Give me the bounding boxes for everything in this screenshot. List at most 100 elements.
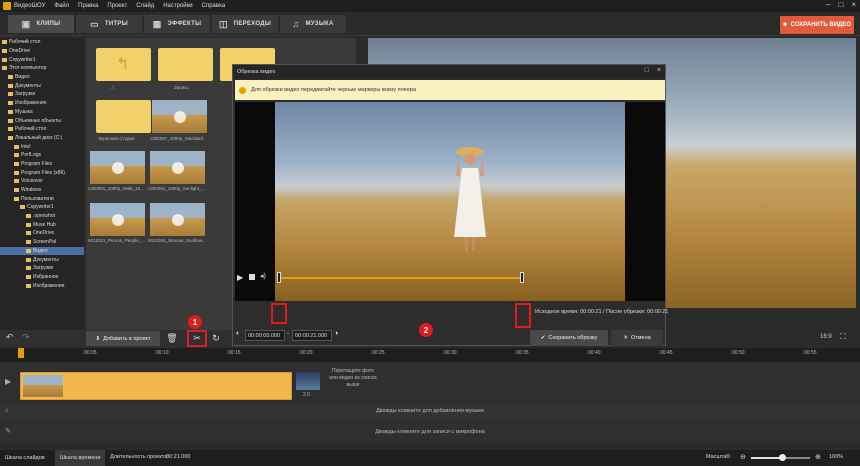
tree-node[interactable]: Избранное — [0, 273, 84, 282]
tree-node-label: Музыка — [15, 108, 33, 115]
tree-node[interactable]: Видео — [0, 73, 84, 82]
tree-node[interactable]: Рабочий стол — [0, 38, 84, 47]
ruler-tick-label: 00:10 — [156, 350, 169, 356]
redo-icon[interactable]: ↷ — [22, 332, 30, 343]
highlight-box-trim — [187, 330, 207, 347]
tree-node[interactable]: Локальный диск (C:) — [0, 134, 84, 143]
dialog-close-icon[interactable]: × — [657, 67, 661, 74]
tab-clips[interactable]: ▣ КЛИПЫ — [8, 15, 74, 33]
tree-node[interactable]: Загрузки — [0, 264, 84, 273]
close-icon[interactable]: × — [851, 0, 856, 9]
file-caption: 6012304_Woman_Sunflow... — [148, 238, 206, 243]
tree-node[interactable]: PerfLogs — [0, 151, 84, 160]
video-thumb[interactable] — [150, 151, 205, 184]
tree-node[interactable]: Program Files — [0, 160, 84, 169]
tab-timeline-scale[interactable]: Шкала времени — [55, 450, 106, 466]
tree-node[interactable]: OneDrive — [0, 229, 84, 238]
project-duration: 00:21.000 — [166, 454, 191, 460]
save-trim-button[interactable]: ✔ Сохранить обрезку — [530, 330, 608, 346]
file-thumb[interactable]: ↰ — [96, 48, 151, 81]
tab-transitions[interactable]: ◫ ПЕРЕХОДЫ — [212, 15, 278, 33]
tree-node-label: Copywriter1 — [9, 56, 36, 63]
window-controls: – □ × — [826, 0, 856, 9]
tree-node-label: Пользователи — [21, 195, 54, 202]
menu-item[interactable]: Настройки — [163, 3, 192, 9]
zoom-slider-handle[interactable] — [779, 454, 786, 461]
minimize-icon[interactable]: – — [826, 0, 830, 9]
playhead[interactable] — [18, 348, 24, 358]
folder-icon — [26, 266, 31, 271]
transition-thumb[interactable] — [296, 372, 320, 390]
tree-node[interactable]: Документы — [0, 255, 84, 264]
menu-item[interactable]: Проект — [107, 3, 127, 9]
tree-node[interactable]: Copywriter1 — [0, 55, 84, 64]
rotate-icon[interactable]: ↻ — [208, 331, 224, 346]
zoom-slider[interactable] — [751, 454, 810, 461]
timeline-clip[interactable] — [20, 372, 292, 400]
tree-node[interactable]: Пользователи — [0, 194, 84, 203]
aspect-ratio[interactable]: 16:9 — [820, 334, 832, 340]
tree-node[interactable]: Copywriter1 — [0, 203, 84, 212]
folder-icon — [14, 161, 19, 166]
tree-node[interactable]: Загрузки — [0, 90, 84, 99]
trim-video-dialog: Обрезка видео □ × Для обрезки видео пере… — [232, 64, 669, 346]
save-video-button[interactable]: ■ СОХРАНИТЬ ВИДЕО — [780, 16, 854, 34]
trim-end-marker[interactable] — [520, 272, 524, 283]
mic-track[interactable]: ✎ Дважды кликните для записи с микрофона — [0, 422, 860, 442]
start-time-input[interactable]: 00:00:00.000 — [245, 330, 285, 341]
zoom-out-icon[interactable]: ⊖ — [740, 453, 746, 461]
zoom-in-icon[interactable]: ⊕ — [815, 453, 821, 461]
tree-node[interactable]: Этот компьютер — [0, 64, 84, 73]
tab-titles[interactable]: ▭ ТИТРЫ — [76, 15, 142, 33]
file-thumb[interactable] — [158, 48, 213, 81]
tree-node[interactable]: Windows — [0, 186, 84, 195]
ruler-tick-label: 00:55 — [804, 350, 817, 356]
add-to-project-button[interactable]: ⬇ Добавить в проект — [86, 331, 160, 346]
music-track[interactable]: ♪ Дважды кликните для добавления музыки — [0, 403, 860, 421]
tab-slides-scale[interactable]: Шкала слайдов — [0, 450, 50, 466]
tree-node[interactable]: Intel — [0, 142, 84, 151]
video-thumb[interactable] — [150, 203, 205, 236]
tree-node[interactable]: Объемные объекты — [0, 116, 84, 125]
trim-start-marker[interactable] — [277, 272, 281, 283]
dialog-title: Обрезка видео — [237, 69, 276, 75]
stop-icon[interactable] — [249, 274, 255, 280]
cancel-button[interactable]: ✕ Отмена — [611, 330, 663, 346]
tab-effects[interactable]: ▦ ЭФФЕКТЫ — [144, 15, 210, 33]
tree-node[interactable]: ScreenPal — [0, 238, 84, 247]
tree-node[interactable]: Видео — [0, 246, 84, 256]
delete-icon[interactable]: 🗑 — [164, 331, 180, 346]
video-thumb[interactable] — [90, 151, 145, 184]
menu-item[interactable]: Файл — [54, 3, 69, 9]
menu-item[interactable]: Слайд — [136, 3, 154, 9]
folder-icon — [2, 66, 7, 71]
undo-icon[interactable]: ↶ — [6, 332, 14, 343]
dialog-maximize-icon[interactable]: □ — [645, 67, 649, 74]
play-icon[interactable]: ▶ — [237, 273, 243, 282]
volume-icon[interactable]: ◂) — [260, 272, 266, 280]
maximize-icon[interactable]: □ — [838, 0, 843, 9]
tree-node[interactable]: Документы — [0, 81, 84, 90]
tree-node[interactable]: Рабочий стол — [0, 125, 84, 134]
fullscreen-icon[interactable]: ⛶ — [840, 332, 846, 342]
menu-item[interactable]: Справка — [202, 3, 226, 9]
tree-node[interactable]: Музыка — [0, 108, 84, 117]
folder-icon — [14, 144, 19, 149]
tree-node[interactable]: .openshot — [0, 212, 84, 221]
title-bar: ВидеоШОУ Файл Правка Проект Слайд Настройки С… — [0, 0, 860, 12]
tree-node[interactable]: Muse Hub — [0, 220, 84, 229]
video-thumb[interactable] — [90, 203, 145, 236]
highlight-box-end-marker — [515, 303, 531, 328]
tree-node[interactable]: OneDrive — [0, 47, 84, 56]
tree-node-label: ScreenPal — [33, 239, 57, 246]
tree-node[interactable]: Изображения — [0, 281, 84, 290]
trim-time-info: Исходное время: 00:00:21 / После обрезки… — [535, 309, 669, 315]
tree-node[interactable]: Voiceover — [0, 177, 84, 186]
end-time-input[interactable]: 00:00:21.000 — [292, 330, 332, 341]
file-thumb[interactable] — [96, 100, 151, 133]
video-thumb[interactable] — [152, 100, 207, 133]
menu-item[interactable]: Правка — [78, 3, 98, 9]
tab-music[interactable]: ♫ МУЗЫКА — [280, 15, 346, 33]
tree-node[interactable]: Program Files (x86) — [0, 168, 84, 177]
tree-node[interactable]: Изображения — [0, 99, 84, 108]
